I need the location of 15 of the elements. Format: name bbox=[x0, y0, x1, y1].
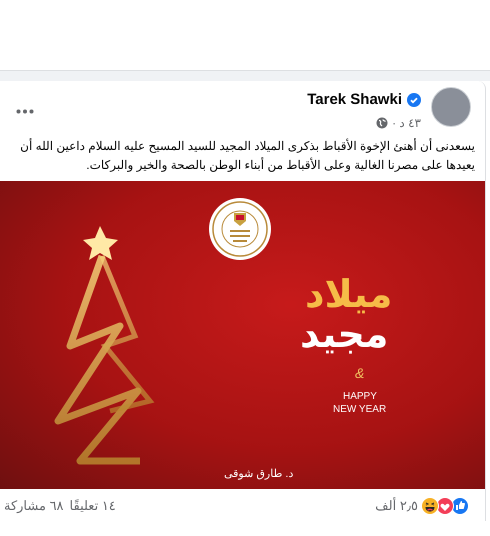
author-name[interactable]: Tarek Shawki bbox=[307, 91, 402, 108]
comments-count[interactable]: ١٤ تعليقًا bbox=[70, 497, 116, 515]
globe-icon bbox=[376, 117, 388, 129]
laughing-face-icon[interactable] bbox=[421, 497, 439, 515]
more-icon bbox=[16, 109, 34, 114]
post-text: يسعدنى أن أهنئ الإخوة الأقباط بذكرى الميلاد المجيد للسيد المسيح عليه السلام داعين الله أن يعيدها على مصرنا الغالية وعلى الأقباط من أبناء الوطن بالصحة والخير والبركات. bbox=[19, 137, 475, 174]
emblem-seal-icon bbox=[208, 197, 272, 261]
greeting-text: NEW YEAR bbox=[333, 403, 386, 416]
shares-count[interactable]: ٦٨ مشاركة bbox=[4, 497, 64, 515]
reaction-count[interactable]: ٢٫٥ ألف bbox=[375, 497, 418, 515]
ampersand-text: & bbox=[355, 365, 364, 381]
signature-text: د. طارق شوقى bbox=[224, 467, 294, 480]
greeting-text: HAPPY bbox=[343, 390, 377, 403]
post-time[interactable]: ٤٣ د · bbox=[392, 116, 421, 130]
avatar[interactable] bbox=[431, 87, 471, 127]
